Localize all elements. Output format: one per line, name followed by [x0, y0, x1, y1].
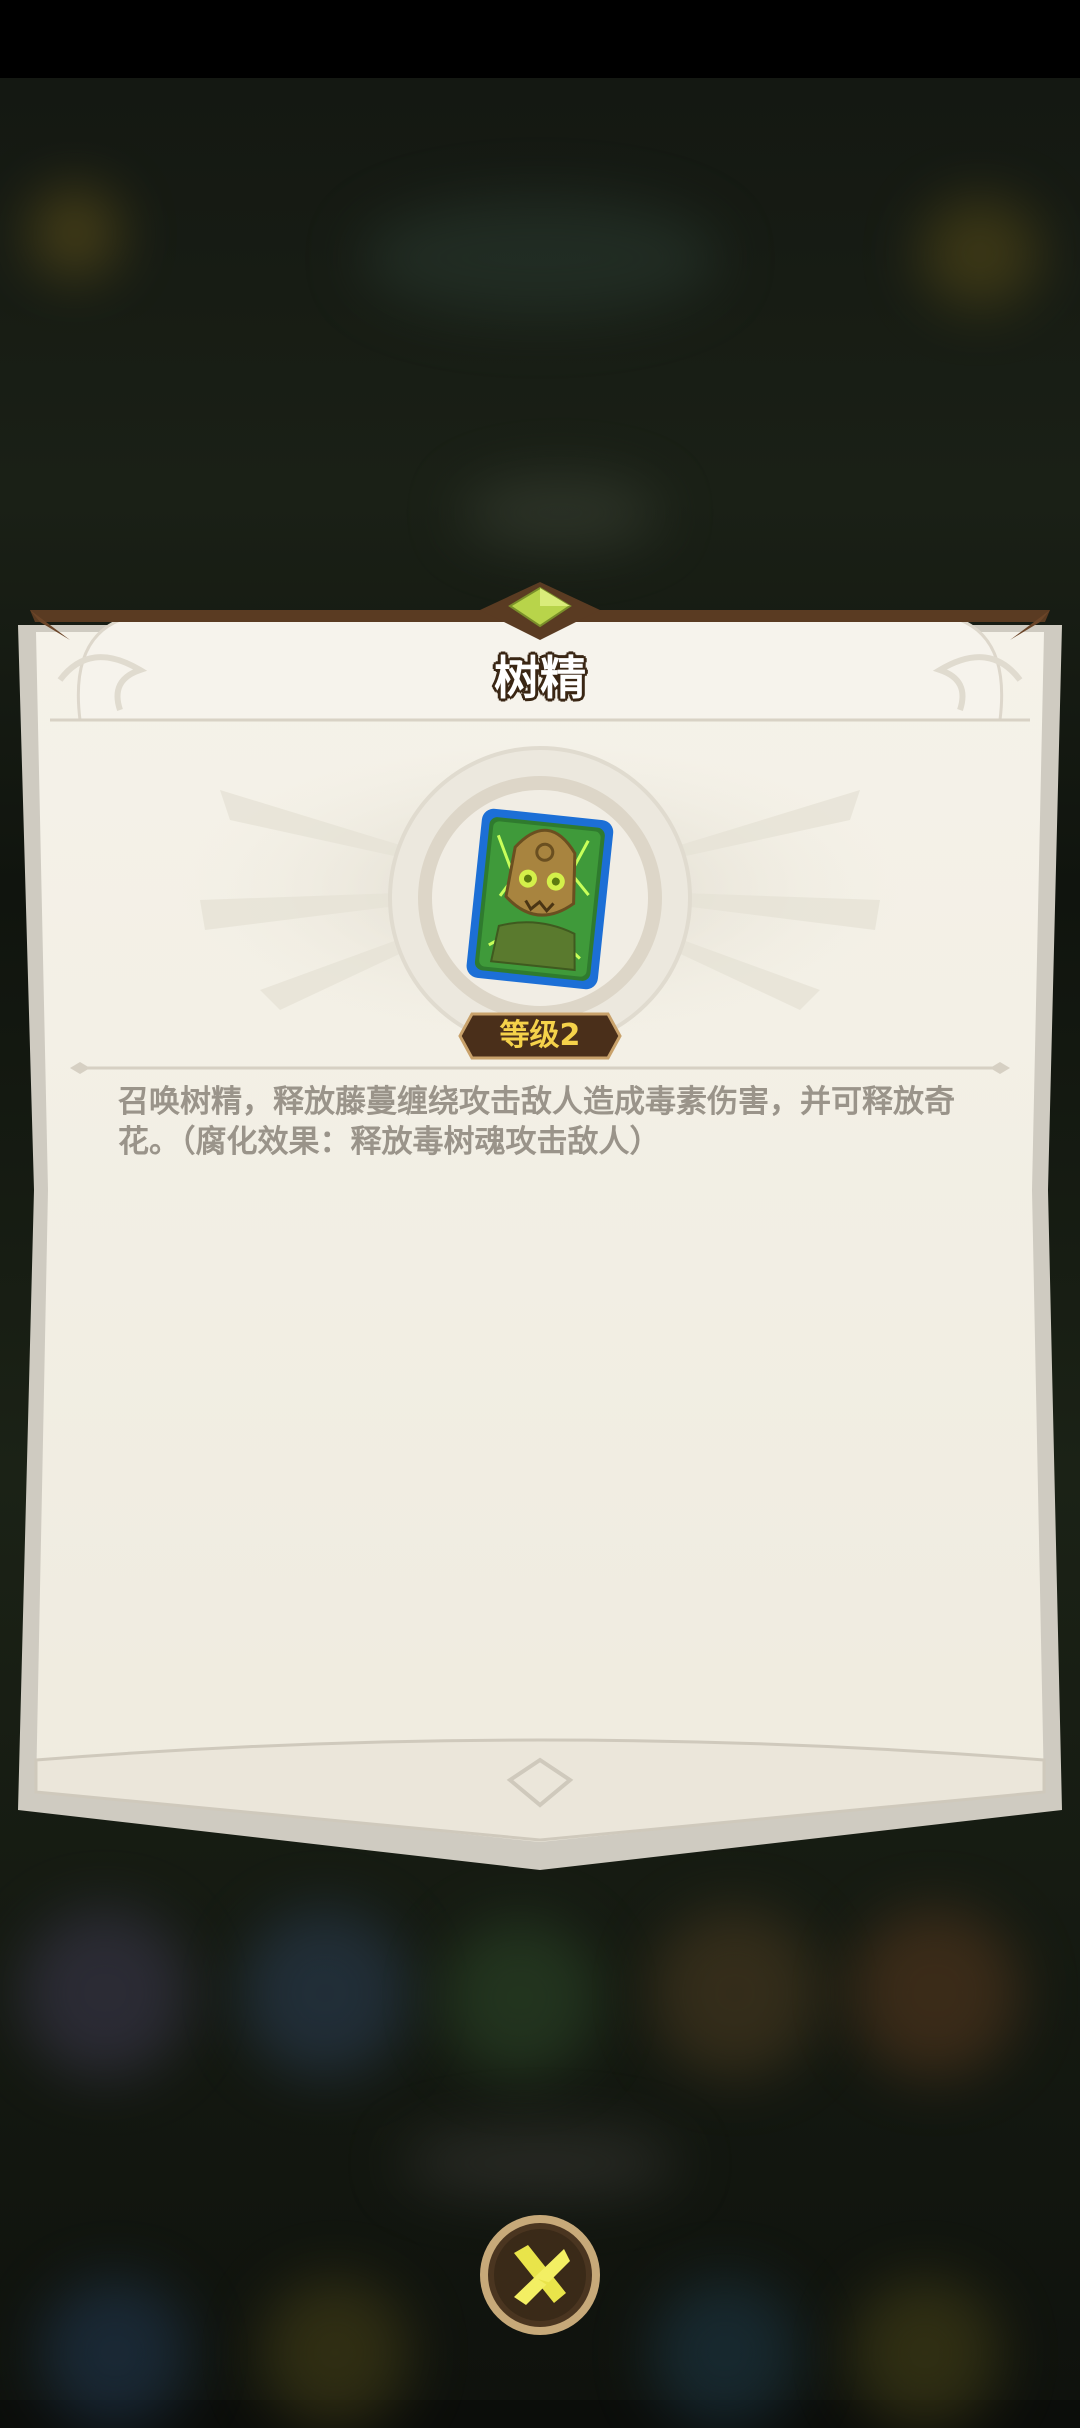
tree-spirit-portrait: [388, 746, 692, 1050]
close-button[interactable]: [478, 2213, 602, 2337]
section-divider: [70, 1062, 1010, 1074]
skill-description: 召唤树精，释放藤蔓缠绕攻击敌人造成毒素伤害，并可释放奇花。（腐化效果：释放毒树魂…: [118, 1084, 955, 1160]
skill-title: 树精: [494, 651, 586, 705]
skill-info-dialog: 树精 等级2 召唤树精，释放藤蔓缠绕攻击敌人造成毒素伤害，并可释放奇花。（腐化效…: [0, 570, 1080, 1870]
level-label: 等级2: [499, 1018, 581, 1053]
status-bar: [0, 0, 1080, 78]
